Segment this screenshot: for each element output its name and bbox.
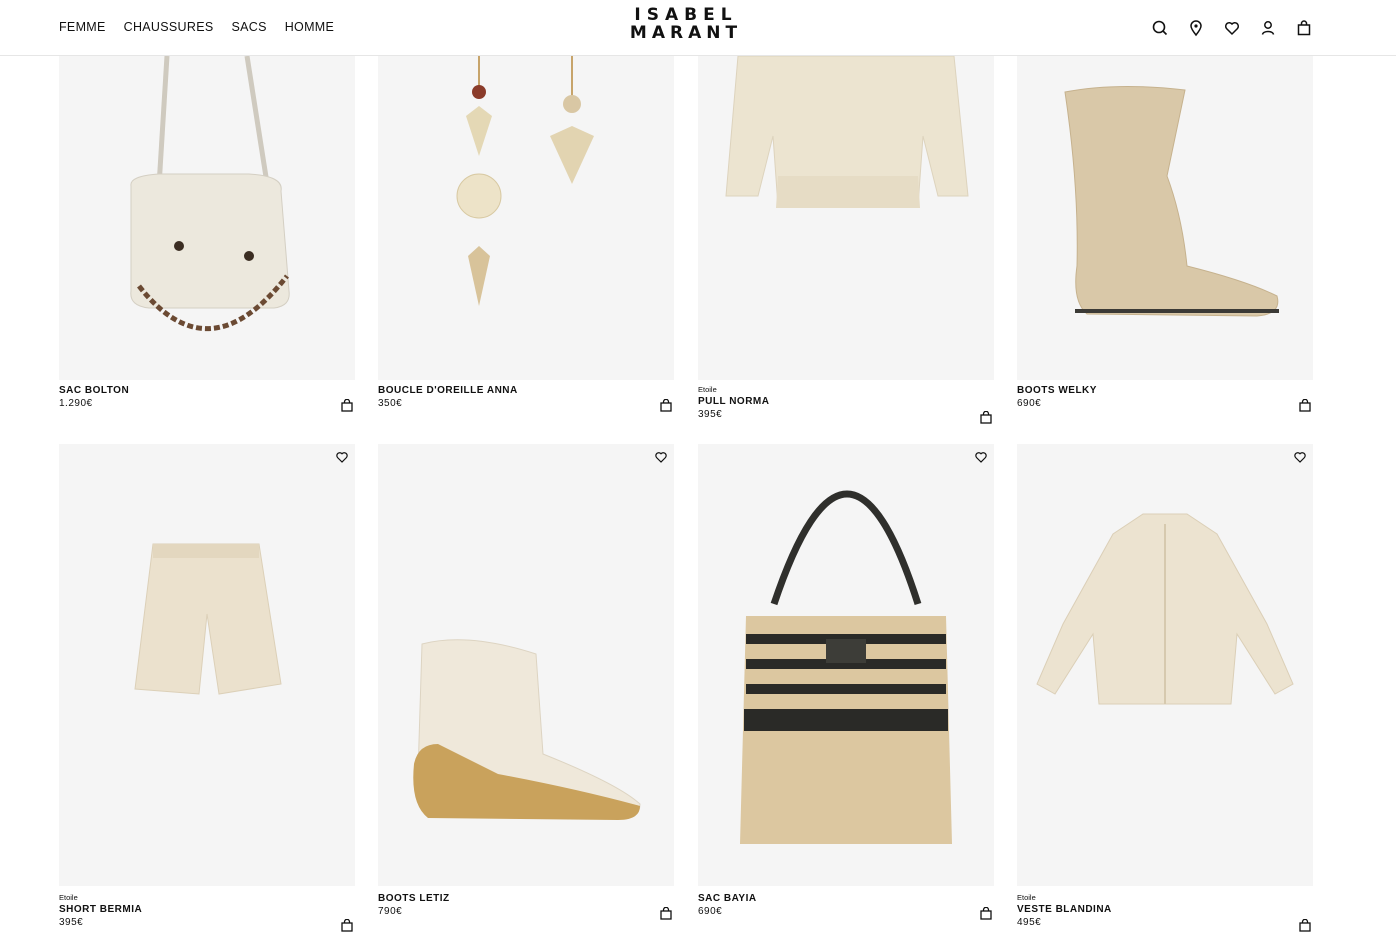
- main-nav: FEMME CHAUSSURES SACS HOMME: [59, 20, 334, 34]
- product-info: BOOTS LETIZ 790€: [378, 892, 674, 920]
- product-name[interactable]: SHORT BERMIA: [59, 903, 355, 916]
- jacket-illustration: [1036, 513, 1294, 705]
- product-image[interactable]: [1017, 444, 1313, 886]
- wishlist-icon[interactable]: [1222, 18, 1242, 38]
- product-image[interactable]: [1017, 56, 1313, 380]
- nav-sacs[interactable]: SACS: [231, 20, 266, 34]
- product-info: BOUCLE D'OREILLE ANNA 350€: [378, 384, 674, 412]
- site-header: FEMME CHAUSSURES SACS HOMME ISABEL MARAN…: [0, 0, 1396, 56]
- header-icons: [1150, 18, 1314, 38]
- product-info: SAC BOLTON 1.290€: [59, 384, 355, 412]
- product-image[interactable]: [378, 56, 674, 380]
- add-to-cart-icon[interactable]: [980, 410, 992, 424]
- product-name[interactable]: BOOTS WELKY: [1017, 384, 1313, 397]
- add-to-cart-icon[interactable]: [341, 398, 353, 412]
- product-price: 495€: [1017, 917, 1042, 928]
- product-price: 395€: [698, 409, 723, 420]
- product-info: Etoile SHORT BERMIA 395€: [59, 892, 355, 932]
- product-image[interactable]: [698, 56, 994, 380]
- product-image[interactable]: [59, 56, 355, 380]
- add-to-cart-icon[interactable]: [1299, 918, 1311, 932]
- product-info: Etoile PULL NORMA 395€: [698, 384, 994, 424]
- search-icon[interactable]: [1150, 18, 1170, 38]
- add-to-wishlist-icon[interactable]: [654, 450, 668, 464]
- brand-logo[interactable]: ISABEL MARANT: [610, 6, 762, 42]
- nav-femme[interactable]: FEMME: [59, 20, 106, 34]
- product-price: 690€: [1017, 398, 1042, 409]
- cart-icon[interactable]: [1294, 18, 1314, 38]
- product-price: 395€: [59, 917, 84, 928]
- product-collection: Etoile: [59, 893, 78, 902]
- product-image[interactable]: [698, 444, 994, 886]
- add-to-cart-icon[interactable]: [660, 906, 672, 920]
- product-name[interactable]: BOUCLE D'OREILLE ANNA: [378, 384, 674, 397]
- product-name[interactable]: SAC BAYIA: [698, 892, 994, 905]
- account-icon[interactable]: [1258, 18, 1278, 38]
- brand-logo-line2: MARANT: [629, 23, 743, 43]
- product-collection: Etoile: [698, 385, 717, 394]
- product-name[interactable]: SAC BOLTON: [59, 384, 355, 397]
- product-name[interactable]: VESTE BLANDINA: [1017, 903, 1313, 916]
- boot-illustration: [1064, 85, 1279, 317]
- product-collection: Etoile: [1017, 893, 1036, 902]
- shorts-illustration: [134, 543, 282, 695]
- earring-illustration: [456, 56, 594, 306]
- add-to-cart-icon[interactable]: [980, 906, 992, 920]
- handbag-illustration: [130, 56, 290, 332]
- tote-bag-illustration: [740, 490, 952, 844]
- product-price: 690€: [698, 906, 723, 917]
- brand-logo-line1: ISABEL: [634, 5, 738, 25]
- store-locator-icon[interactable]: [1186, 18, 1206, 38]
- product-price: 350€: [378, 398, 403, 409]
- product-price: 1.290€: [59, 398, 93, 409]
- product-image[interactable]: [59, 444, 355, 886]
- add-to-wishlist-icon[interactable]: [335, 450, 349, 464]
- product-info: SAC BAYIA 690€: [698, 892, 994, 920]
- add-to-cart-icon[interactable]: [341, 918, 353, 932]
- product-info: BOOTS WELKY 690€: [1017, 384, 1313, 412]
- add-to-wishlist-icon[interactable]: [974, 450, 988, 464]
- add-to-cart-icon[interactable]: [1299, 398, 1311, 412]
- nav-chaussures[interactable]: CHAUSSURES: [124, 20, 214, 34]
- product-image[interactable]: [378, 444, 674, 886]
- product-info: Etoile VESTE BLANDINA 495€: [1017, 892, 1313, 932]
- product-name[interactable]: BOOTS LETIZ: [378, 892, 674, 905]
- add-to-cart-icon[interactable]: [660, 398, 672, 412]
- product-name[interactable]: PULL NORMA: [698, 395, 994, 408]
- sweater-illustration: [725, 56, 969, 208]
- boot-illustration: [413, 639, 641, 820]
- nav-homme[interactable]: HOMME: [285, 20, 334, 34]
- add-to-wishlist-icon[interactable]: [1293, 450, 1307, 464]
- product-price: 790€: [378, 906, 403, 917]
